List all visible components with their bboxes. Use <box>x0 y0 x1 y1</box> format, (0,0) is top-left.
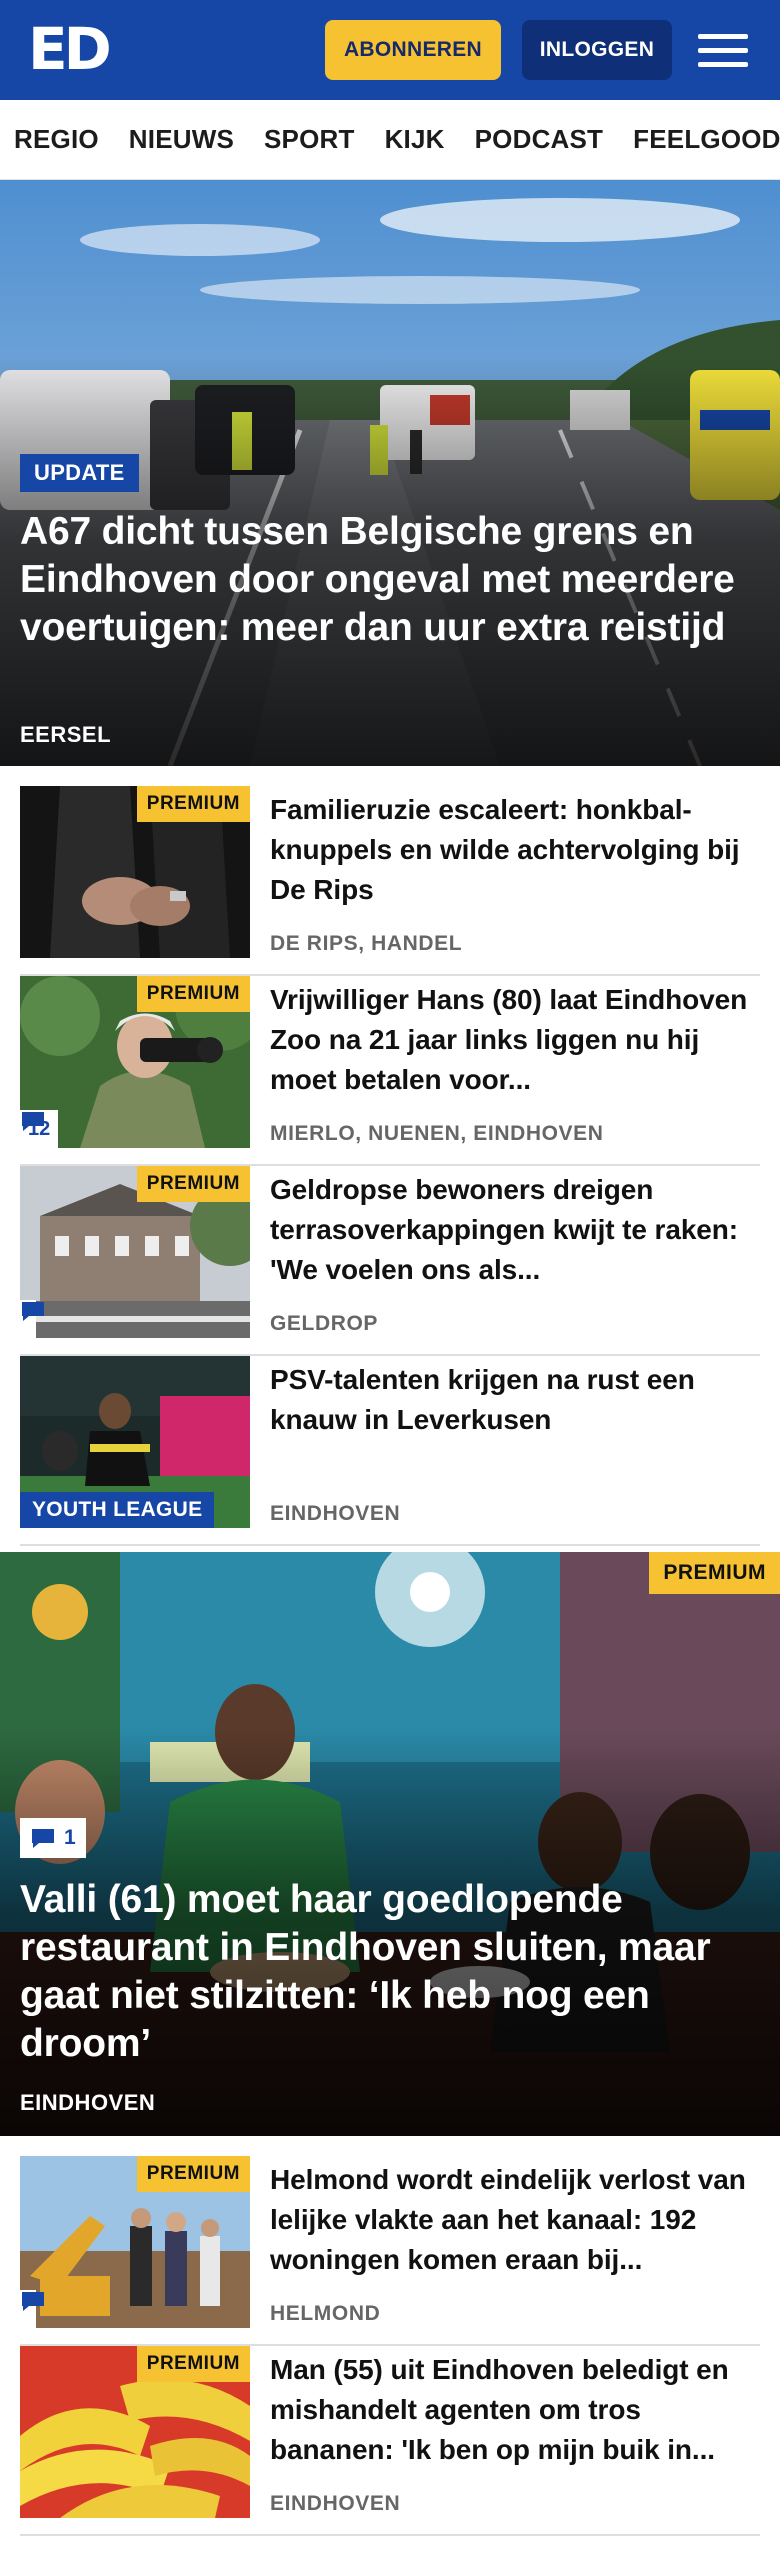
comment-icon <box>22 1112 44 1131</box>
hero-location: EERSEL <box>20 722 112 747</box>
section-nav: REGIO NIEUWS SPORT KIJK PODCAST FEELGOOD <box>0 100 780 180</box>
comment-count[interactable] <box>20 2290 44 2328</box>
premium-badge: PREMIUM <box>136 1166 250 1202</box>
subscribe-button[interactable]: ABONNEREN <box>325 20 501 80</box>
list-item[interactable]: PREMIUM Geldropse bewoners dreigen terra… <box>20 1166 760 1356</box>
nav-item-nieuws[interactable]: NIEUWS <box>129 124 234 155</box>
article-location: EINDHOVEN <box>270 2492 401 2515</box>
premium-badge: PREMIUM <box>136 976 250 1012</box>
menu-line <box>698 61 748 67</box>
article-title[interactable]: Familieruzie escaleert: honkbal­knuppels… <box>270 790 760 910</box>
article-thumbnail: PREMIUM <box>20 786 250 958</box>
nav-item-kijk[interactable]: KIJK <box>385 124 445 155</box>
menu-line <box>698 33 748 39</box>
article-thumbnail: YOUTH LEAGUE <box>20 1356 250 1528</box>
comment-count[interactable]: 12 <box>20 1110 59 1148</box>
comment-count[interactable]: 1 <box>20 1818 86 1858</box>
article-title[interactable]: Helmond wordt eindelijk verlost van leli… <box>270 2160 760 2280</box>
premium-badge: PREMIUM <box>136 2346 250 2382</box>
premium-badge: PREMIUM <box>136 2156 250 2192</box>
comment-icon <box>32 1829 54 1848</box>
premium-badge: PREMIUM <box>649 1552 780 1594</box>
top-header: ED ABONNEREN INLOGGEN <box>0 0 780 100</box>
feature-headline[interactable]: Valli (61) moet haar goedlopende restaur… <box>20 1876 750 2068</box>
article-location: DE RIPS, HANDEL <box>270 932 463 955</box>
article-thumbnail: PREMIUM <box>20 2346 250 2518</box>
article-thumbnail: PREMIUM 12 <box>20 976 250 1148</box>
list-item[interactable]: PREMIUM Helmond wordt eindelijk verlost … <box>20 2156 760 2346</box>
comment-icon <box>22 1302 44 1321</box>
article-title[interactable]: Man (55) uit Eindhoven beledigt en misha… <box>270 2350 760 2470</box>
article-location: GELDROP <box>270 1312 379 1335</box>
nav-item-podcast[interactable]: PODCAST <box>475 124 604 155</box>
list-item[interactable]: PREMIUM Familieruzie escaleert: honkbal­… <box>20 786 760 976</box>
hero-article[interactable]: UPDATE A67 dicht tussen Belgische grens … <box>0 180 780 766</box>
list-item[interactable]: PREMIUM Man (55) uit Eindhoven beledigt … <box>20 2346 760 2536</box>
nav-item-feelgood[interactable]: FEELGOOD <box>633 124 780 155</box>
feature-location: EINDHOVEN <box>20 2090 156 2115</box>
comment-icon <box>22 2292 44 2311</box>
comment-count[interactable] <box>20 1300 44 1338</box>
article-location: MIERLO, NUENEN, EINDHOVEN <box>270 1122 604 1145</box>
premium-badge: PREMIUM <box>136 786 250 822</box>
youth-league-tag: YOUTH LEAGUE <box>20 1492 215 1528</box>
hamburger-menu-icon[interactable] <box>698 22 754 78</box>
update-badge: UPDATE <box>20 454 139 492</box>
hero-headline[interactable]: A67 dicht tussen Belgische grens en Eind… <box>20 508 750 652</box>
comment-count-value: 1 <box>64 1826 76 1849</box>
nav-item-sport[interactable]: SPORT <box>264 124 355 155</box>
login-button[interactable]: INLOGGEN <box>522 20 672 80</box>
menu-line <box>698 47 748 53</box>
article-thumbnail: PREMIUM <box>20 1166 250 1338</box>
article-location: HELMOND <box>270 2302 381 2325</box>
nav-item-regio[interactable]: REGIO <box>14 124 99 155</box>
article-location: EINDHOVEN <box>270 1502 401 1525</box>
list-item[interactable]: YOUTH LEAGUE PSV-talenten krijgen na rus… <box>20 1356 760 1546</box>
article-thumbnail: PREMIUM <box>20 2156 250 2328</box>
site-logo[interactable]: ED <box>28 18 112 80</box>
article-title[interactable]: Vrijwilliger Hans (80) laat Eindhoven Zo… <box>270 980 760 1100</box>
article-title[interactable]: PSV-talenten krijgen na rust een knauw i… <box>270 1360 760 1440</box>
list-item[interactable]: PREMIUM 12 Vrijwilliger Hans (80) laat E… <box>20 976 760 1166</box>
article-title[interactable]: Geldropse bewoners dreigen terrasoverkap… <box>270 1170 760 1290</box>
